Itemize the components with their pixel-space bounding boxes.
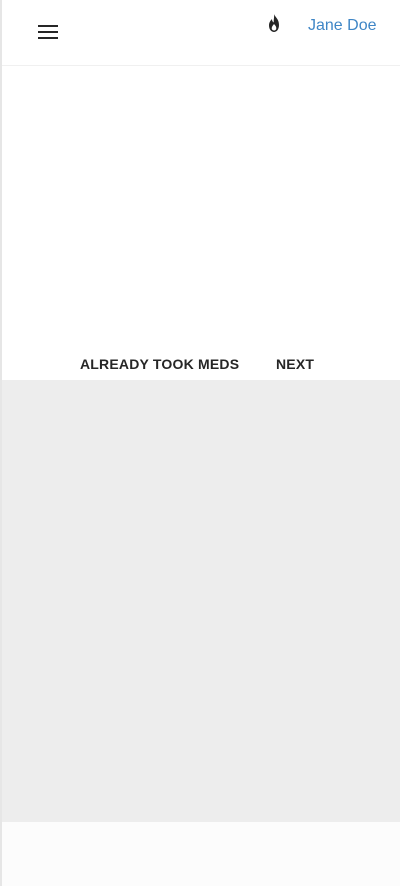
top-app-bar: Jane Doe [2,0,400,66]
flame-icon[interactable] [266,14,282,34]
grey-panel [2,380,400,822]
user-name-link[interactable]: Jane Doe [308,17,377,35]
next-button[interactable]: NEXT [276,354,314,374]
content-area [2,66,400,380]
hamburger-menu-icon [38,25,58,39]
hamburger-menu-button[interactable] [34,20,62,44]
footer-area [2,822,400,886]
already-took-meds-button[interactable]: ALREADY TOOK MEDS [80,354,239,374]
app-screen: Jane Doe ALREADY TOOK MEDS NEXT [0,0,400,886]
